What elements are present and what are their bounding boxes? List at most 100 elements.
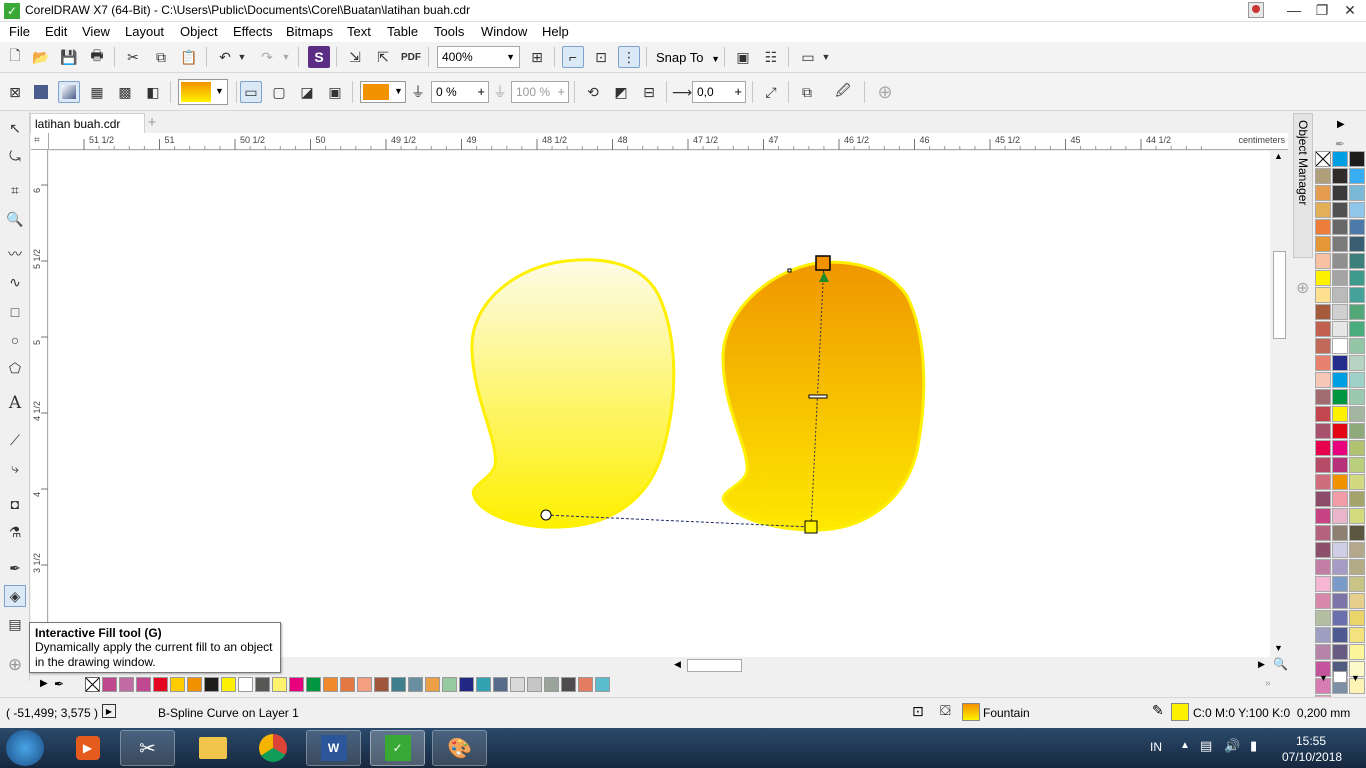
color-eyedropper-tool-icon[interactable]: ✒ — [4, 557, 26, 579]
doc-palette-swatch[interactable] — [102, 677, 117, 692]
palette-swatch[interactable] — [1349, 440, 1365, 456]
zoom-level-select[interactable]: 400% ▼ — [437, 46, 520, 68]
fill-start-node[interactable] — [815, 255, 831, 271]
palette-swatch[interactable] — [1349, 423, 1365, 439]
palette-swatch[interactable] — [1349, 185, 1365, 201]
doc-palette-swatch[interactable] — [255, 677, 270, 692]
palette-eyedropper-icon[interactable]: ✒ — [1335, 137, 1345, 151]
no-color-swatch[interactable] — [1315, 151, 1331, 167]
launcher-dropdown-icon[interactable]: ▼ — [820, 46, 832, 68]
palette-swatch[interactable] — [1349, 593, 1365, 609]
parallel-dimension-tool-icon[interactable]: ⟋ — [4, 429, 26, 451]
menu-object[interactable]: Object — [180, 24, 218, 39]
doc-palette-swatch[interactable] — [374, 677, 389, 692]
artistic-media-tool-icon[interactable]: ∿ — [4, 271, 26, 293]
palette-swatch[interactable] — [1315, 270, 1331, 286]
doc-palette-swatch[interactable] — [561, 677, 576, 692]
palette-swatch[interactable] — [1332, 270, 1348, 286]
ruler-origin[interactable]: ⌗ — [31, 133, 49, 150]
search-content-icon[interactable]: S — [308, 46, 330, 68]
palette-swatch[interactable] — [1315, 508, 1331, 524]
palette-swatch[interactable] — [1332, 423, 1348, 439]
connector-tool-icon[interactable]: ⤷ — [4, 457, 26, 479]
shape-tool-icon[interactable]: ⤿ — [4, 145, 26, 167]
edit-fill-icon[interactable]: 🖉 — [832, 81, 854, 103]
redo-dropdown-icon[interactable]: ▼ — [280, 46, 292, 68]
doc-palette-swatch[interactable] — [221, 677, 236, 692]
palette-swatch[interactable] — [1332, 338, 1348, 354]
doc-palette-no-color-swatch[interactable] — [85, 677, 100, 692]
palette-swatch[interactable] — [1349, 627, 1365, 643]
account-icon[interactable] — [1248, 2, 1264, 18]
palette-swatch[interactable] — [1332, 253, 1348, 269]
vector-pattern-fill-icon[interactable]: ▦ — [86, 81, 108, 103]
options-icon[interactable]: ☷ — [760, 46, 782, 68]
fill-end-node[interactable] — [804, 520, 818, 534]
palette-swatch[interactable] — [1315, 253, 1331, 269]
palette-swatch[interactable] — [1349, 219, 1365, 235]
doc-palette-swatch[interactable] — [459, 677, 474, 692]
conical-fountain-icon[interactable]: ◪ — [296, 81, 318, 103]
scroll-right-arrow-icon[interactable]: ▶ — [1258, 659, 1265, 670]
object-manager-docker-tab[interactable]: Object Manager — [1293, 113, 1313, 258]
document-tab[interactable]: latihan buah.cdr — [30, 113, 145, 133]
doc-palette-swatch[interactable] — [170, 677, 185, 692]
taskbar-coreldraw-icon[interactable]: ✓ — [370, 730, 425, 766]
copy-fill-icon[interactable]: ⧉ — [796, 81, 818, 103]
no-fill-icon[interactable]: ⊠ — [4, 81, 26, 103]
palette-swatch[interactable] — [1332, 593, 1348, 609]
palette-swatch[interactable] — [1332, 474, 1348, 490]
menu-tools[interactable]: Tools — [434, 24, 464, 39]
polygon-tool-icon[interactable]: ⬠ — [4, 357, 26, 379]
palette-swatch[interactable] — [1349, 559, 1365, 575]
palette-swatch[interactable] — [1349, 304, 1365, 320]
doc-palette-swatch[interactable] — [595, 677, 610, 692]
start-button-icon[interactable] — [6, 730, 44, 766]
palette-swatch[interactable] — [1332, 542, 1348, 558]
node-color-picker[interactable]: ▼ — [360, 81, 406, 103]
palette-swatch[interactable] — [1349, 151, 1365, 167]
restore-button[interactable]: ❐ — [1308, 0, 1336, 20]
palette-swatch[interactable] — [1315, 440, 1331, 456]
palette-swatch[interactable] — [1349, 338, 1365, 354]
palette-swatch[interactable] — [1315, 576, 1331, 592]
publish-pdf-icon[interactable]: PDF — [400, 46, 422, 68]
vertical-scroll-thumb[interactable] — [1273, 251, 1286, 339]
palette-scroll-right-icon[interactable]: ▶ — [1337, 119, 1345, 130]
clock-time[interactable]: 15:55 — [1296, 734, 1326, 748]
export-icon[interactable]: ⇱ — [372, 46, 394, 68]
fill-midpoint-slider[interactable] — [808, 394, 828, 399]
tray-expand-icon[interactable]: ▲ — [1180, 740, 1190, 751]
horizontal-scrollbar[interactable]: ◀ ▶ — [670, 657, 1270, 674]
interactive-fill-tool-icon[interactable]: ◈ — [4, 585, 26, 607]
palette-swatch[interactable] — [1332, 508, 1348, 524]
palette-swatch[interactable] — [1349, 270, 1365, 286]
vertical-scrollbar[interactable]: ▲ ▼ — [1270, 151, 1288, 657]
application-launcher-icon[interactable]: ▭ — [797, 46, 819, 68]
wrap-fill-icon[interactable]: ◩ — [610, 81, 632, 103]
doc-palette-swatch[interactable] — [272, 677, 287, 692]
snap-to-dropdown[interactable]: Snap To ▼ — [656, 50, 720, 65]
clock-date[interactable]: 07/10/2018 — [1282, 750, 1342, 764]
palette-swatch[interactable] — [1315, 355, 1331, 371]
uniform-fill-icon[interactable] — [30, 81, 52, 103]
menu-file[interactable]: File — [9, 24, 30, 39]
palette-swatch[interactable] — [1349, 491, 1365, 507]
doc-palette-swatch[interactable] — [153, 677, 168, 692]
palette-swatch[interactable] — [1315, 287, 1331, 303]
drop-shadow-tool-icon[interactable]: ◘ — [4, 493, 26, 515]
zoom-navigator-icon[interactable]: 🔍 — [1273, 657, 1288, 671]
palette-expand-icon[interactable]: ▼ — [1351, 673, 1360, 683]
palette-swatch[interactable] — [1315, 202, 1331, 218]
text-tool-icon[interactable]: A — [4, 392, 26, 414]
palette-swatch[interactable] — [1332, 440, 1348, 456]
doc-palette-swatch[interactable] — [136, 677, 151, 692]
taskbar-word-icon[interactable]: W — [306, 730, 361, 766]
palette-swatch[interactable] — [1315, 610, 1331, 626]
node-transparency-field[interactable]: 0 % + — [431, 81, 489, 103]
doc-palette-eyedropper-icon[interactable]: ✒ — [54, 677, 64, 691]
palette-swatch[interactable] — [1332, 185, 1348, 201]
palette-swatch[interactable] — [1315, 321, 1331, 337]
network-icon[interactable]: ▮ — [1250, 738, 1257, 754]
palette-swatch[interactable] — [1349, 508, 1365, 524]
